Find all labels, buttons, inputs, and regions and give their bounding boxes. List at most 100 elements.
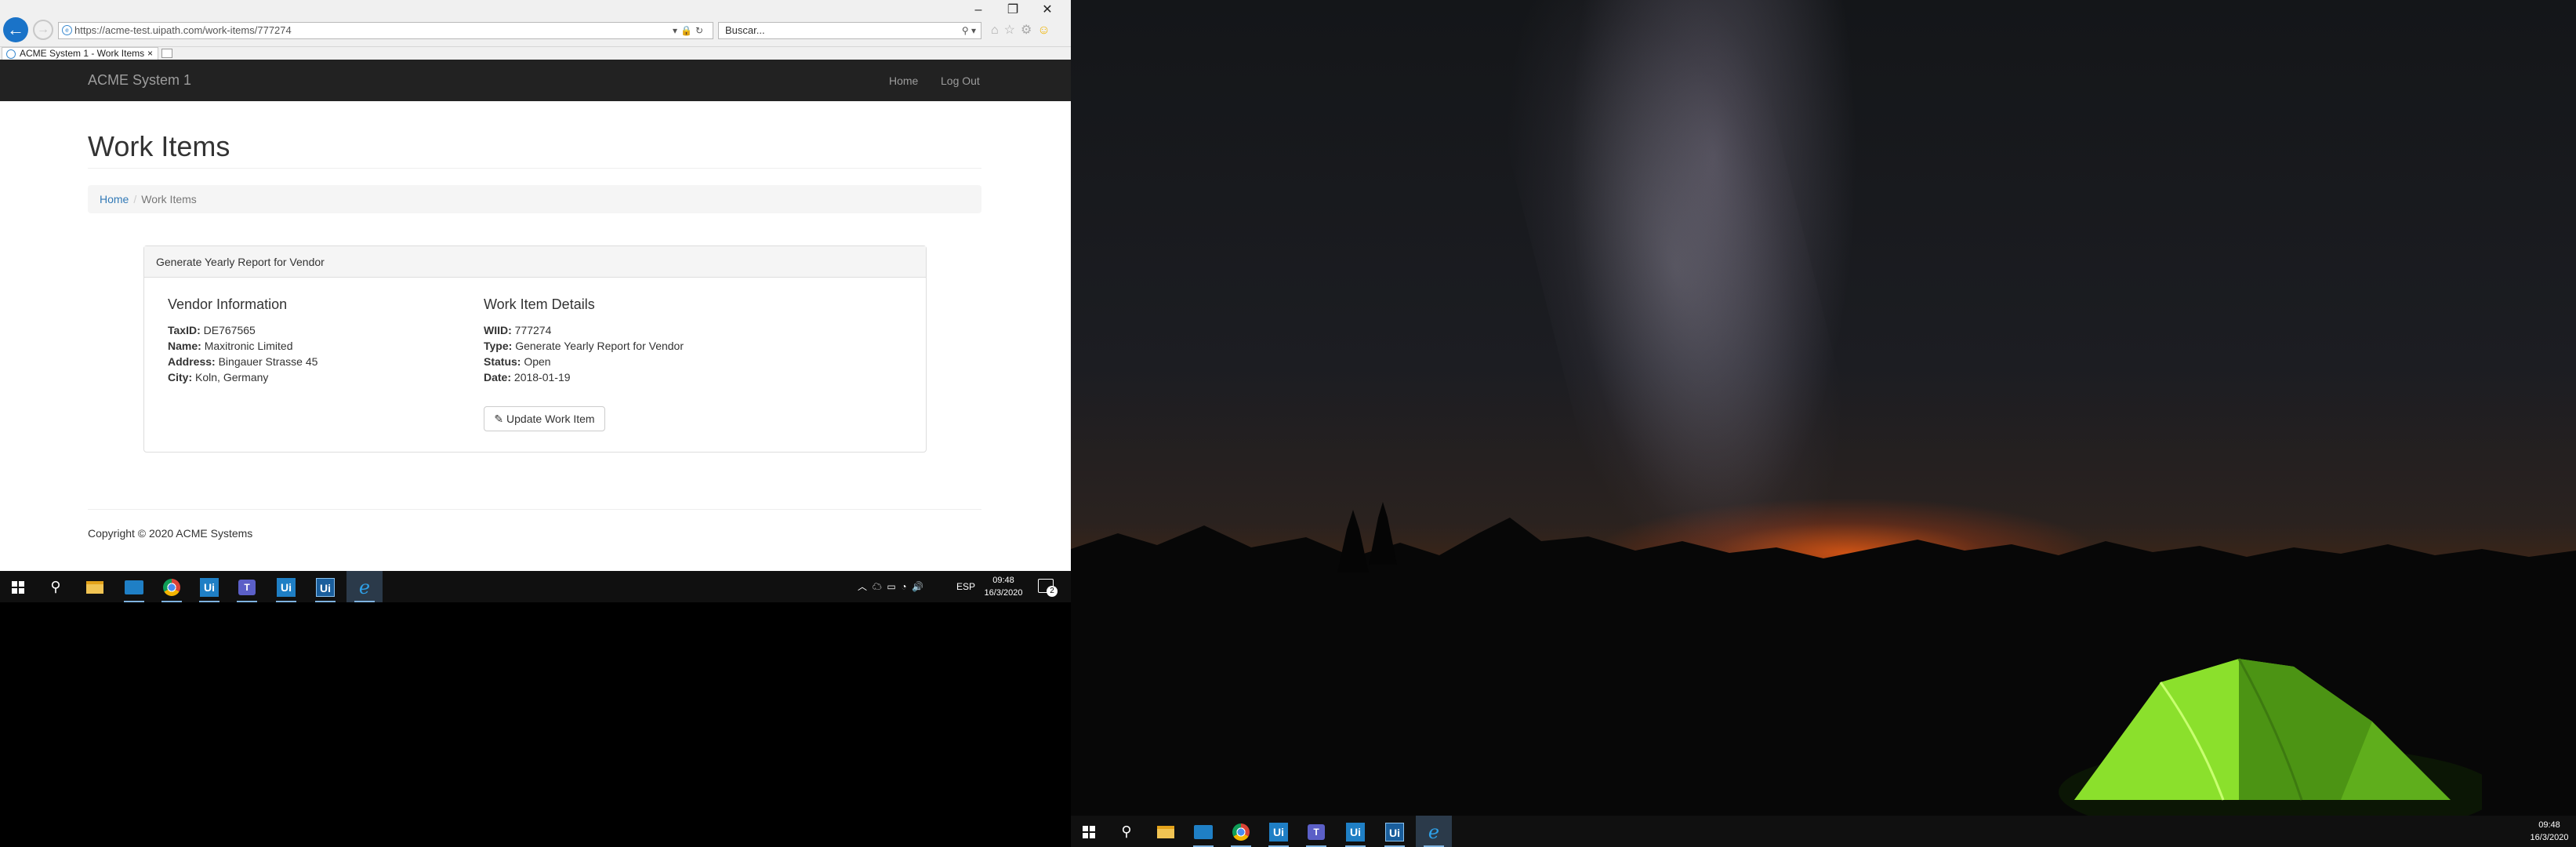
search-icon: ⚲: [50, 579, 61, 594]
taskbar-file-explorer[interactable]: [77, 571, 113, 602]
action-center-icon[interactable]: 2: [1038, 579, 1058, 597]
search-icon[interactable]: ⚲ ▾: [962, 23, 976, 38]
uipath-studio-icon: Ui: [1269, 823, 1288, 842]
clock[interactable]: 09:48 16/3/2020: [980, 574, 1027, 599]
network-icon[interactable]: ◔: [901, 581, 906, 592]
page-title: Work Items: [88, 130, 230, 162]
address-bar[interactable]: e https://acme-test.uipath.com/work-item…: [58, 22, 713, 39]
vendor-name: Name: Maxitronic Limited: [168, 338, 317, 354]
taskbar-mail[interactable]: [116, 571, 152, 602]
restore-button[interactable]: ❐: [996, 2, 1030, 17]
chrome-icon: [163, 579, 180, 597]
vendor-taxid: TaxID: DE767565: [168, 322, 317, 338]
show-hidden-icons-chevron-icon[interactable]: ︿: [858, 581, 867, 592]
lock-icon[interactable]: 🔒: [680, 25, 695, 36]
onedrive-cloud-icon[interactable]: ☁: [873, 581, 882, 592]
milky-way-sky: [1473, 0, 1876, 588]
work-item-panel: Generate Yearly Report for Vendor Vendor…: [143, 245, 927, 453]
field-label: Type:: [484, 340, 513, 352]
browser-toolbar: ← → e https://acme-test.uipath.com/work-…: [0, 0, 1071, 47]
taskbar-uipath-robot-2[interactable]: Ui: [1337, 816, 1373, 847]
uipath-assistant-icon: Ui: [1385, 823, 1404, 842]
web-page: ACME System 1 Home Log Out Work Items Ho…: [0, 60, 1071, 571]
address-text: https://acme-test.uipath.com/work-items/…: [74, 24, 292, 36]
windows-start-icon: [1083, 826, 1095, 839]
volume-icon[interactable]: 🔊: [912, 581, 923, 592]
uipath-studio-icon: Ui: [200, 578, 219, 598]
nav-home-link[interactable]: Home: [889, 75, 918, 87]
search-placeholder: Buscar...: [725, 24, 765, 36]
title-divider: [88, 168, 981, 169]
breadcrumb-current: Work Items: [141, 193, 197, 205]
address-tools: ▾🔒↻: [673, 23, 706, 38]
footer-divider: [88, 509, 981, 510]
tab-favicon-icon: [6, 49, 16, 59]
taskbar-chrome[interactable]: [154, 571, 190, 602]
nav-logout-link[interactable]: Log Out: [941, 75, 980, 87]
favorites-star-icon[interactable]: ☆: [1004, 24, 1021, 37]
taskbar-internet-explorer-2[interactable]: e: [1416, 816, 1452, 847]
window-controls: – ❐ ✕: [961, 2, 1065, 17]
forward-button[interactable]: →: [33, 20, 53, 40]
navbar: ACME System 1 Home Log Out: [0, 60, 1071, 101]
feedback-smiley-icon[interactable]: ☺: [1037, 24, 1055, 37]
refresh-icon[interactable]: ↻: [695, 25, 706, 36]
vendor-info-heading: Vendor Information: [168, 296, 288, 312]
close-button[interactable]: ✕: [1030, 2, 1065, 17]
taskbar-uipath-assistant[interactable]: Ui: [307, 571, 343, 602]
search-button-2[interactable]: ⚲: [1108, 816, 1145, 847]
taskbar-uipath-robot[interactable]: Ui: [268, 571, 304, 602]
brand-link[interactable]: ACME System 1: [88, 72, 191, 89]
taskbar-uipath-studio[interactable]: Ui: [191, 571, 227, 602]
taskbar-chrome-2[interactable]: [1223, 816, 1259, 847]
green-tent: [2059, 658, 2482, 816]
field-label: WIID:: [484, 324, 512, 336]
settings-gear-icon[interactable]: ⚙: [1021, 24, 1037, 37]
dropdown-icon[interactable]: ▾: [673, 25, 680, 36]
field-label: Status:: [484, 355, 521, 368]
start-button-2[interactable]: [1071, 816, 1107, 847]
taskbar-right: ⚲ Ui T Ui Ui e 09:48 16/3/2020: [1071, 816, 2576, 847]
detail-date: Date: 2018-01-19: [484, 369, 684, 385]
taskbar-teams-2[interactable]: T: [1298, 816, 1334, 847]
vendor-city: City: Koln, Germany: [168, 369, 317, 385]
pencil-icon: ✎: [494, 413, 504, 425]
uipath-assistant-icon: Ui: [316, 578, 335, 598]
start-button[interactable]: [0, 571, 36, 602]
detail-type: Type: Generate Yearly Report for Vendor: [484, 338, 684, 354]
update-button-label: Update Work Item: [506, 413, 595, 425]
search-button[interactable]: ⚲: [38, 571, 74, 602]
field-value: DE767565: [203, 324, 256, 336]
internet-explorer-icon: e: [358, 576, 371, 599]
tab-close-icon[interactable]: ×: [147, 48, 153, 60]
back-button[interactable]: ←: [3, 17, 28, 42]
minimize-button[interactable]: –: [961, 3, 996, 17]
browser-tool-icons: ⌂☆⚙☺: [991, 22, 1056, 38]
taskbar-mail-2[interactable]: [1185, 816, 1221, 847]
search-input[interactable]: Buscar... ⚲ ▾: [718, 22, 981, 39]
field-value: Koln, Germany: [195, 371, 269, 384]
home-icon[interactable]: ⌂: [991, 24, 1004, 37]
notification-count-badge: 2: [1047, 586, 1058, 597]
copyright-text: Copyright © 2020 ACME Systems: [88, 527, 253, 540]
taskbar-internet-explorer[interactable]: e: [346, 571, 383, 602]
field-value: 777274: [514, 324, 552, 336]
taskbar-file-explorer-2[interactable]: [1148, 816, 1184, 847]
taskbar-uipath-studio-2[interactable]: Ui: [1261, 816, 1297, 847]
field-label: City:: [168, 371, 193, 384]
detail-status: Status: Open: [484, 354, 684, 369]
teams-icon: T: [238, 580, 256, 596]
clock-2[interactable]: 09:48 16/3/2020: [2526, 819, 2573, 844]
field-label: TaxID:: [168, 324, 201, 336]
taskbar-uipath-assistant-2[interactable]: Ui: [1377, 816, 1413, 847]
update-work-item-button[interactable]: ✎ Update Work Item: [484, 406, 605, 431]
browser-tab[interactable]: ACME System 1 - Work Items ×: [2, 47, 158, 60]
field-value: 2018-01-19: [513, 371, 571, 384]
search-icon: ⚲: [1121, 823, 1132, 839]
taskbar-teams[interactable]: T: [229, 571, 265, 602]
battery-icon[interactable]: ▭: [887, 581, 895, 592]
internet-explorer-icon: e: [1428, 821, 1440, 844]
new-tab-button[interactable]: [161, 49, 172, 58]
language-indicator[interactable]: ESP: [956, 571, 975, 602]
breadcrumb-home-link[interactable]: Home: [100, 193, 129, 205]
